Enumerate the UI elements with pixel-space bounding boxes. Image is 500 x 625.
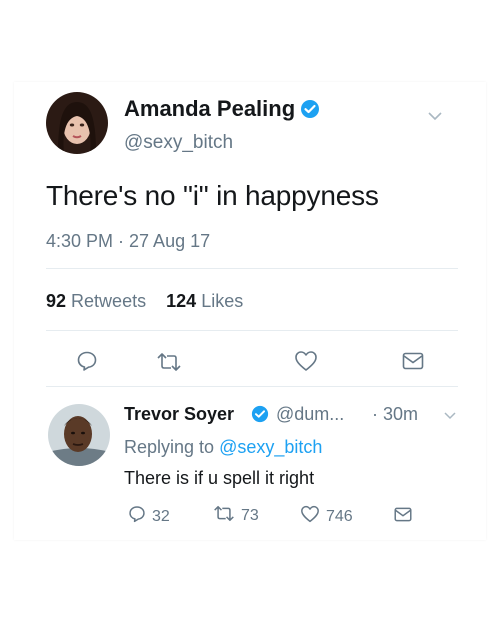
replying-to-prefix: Replying to [124, 437, 215, 457]
reply-author-name[interactable]: Trevor Soyer [124, 404, 234, 425]
message-action[interactable] [394, 507, 412, 527]
author-name[interactable]: Amanda Pealing [124, 96, 295, 122]
like-action[interactable]: 746 [300, 505, 353, 528]
divider [46, 330, 458, 331]
verified-badge-icon [300, 99, 320, 124]
divider [46, 386, 458, 387]
replying-to-handle[interactable]: @sexy_bitch [219, 437, 322, 457]
chevron-down-icon[interactable] [444, 407, 456, 425]
likes-label: Likes [201, 291, 244, 311]
retweets-label: Retweets [71, 291, 147, 311]
retweet-icon [213, 505, 235, 527]
tweet-timestamp[interactable]: 4:30 PM · 27 Aug 17 [46, 231, 210, 252]
tweet-text: There's no "i" in happyness [46, 180, 379, 211]
reply-avatar[interactable] [48, 404, 110, 466]
divider [46, 268, 458, 269]
heart-icon [300, 505, 320, 528]
reply-text: There is if u spell it right [124, 468, 315, 488]
retweet-icon[interactable] [156, 352, 182, 377]
reply-time[interactable]: · 30m [372, 404, 418, 425]
retweets-count: 92 [46, 291, 67, 311]
retweet-count: 73 [241, 507, 259, 524]
like-count: 746 [326, 507, 353, 525]
heart-icon[interactable] [294, 350, 318, 377]
avatar[interactable] [46, 92, 108, 154]
envelope-icon [394, 507, 412, 527]
reply-handle[interactable]: @dum... [276, 404, 344, 425]
reply-icon[interactable] [76, 350, 98, 377]
retweet-action[interactable]: 73 [213, 505, 259, 527]
author-handle[interactable]: @sexy_bitch [124, 132, 233, 154]
reply-count: 32 [152, 507, 170, 525]
likes-stat[interactable]: 124 Likes [166, 291, 243, 311]
replying-to: Replying to @sexy_bitch [124, 437, 322, 458]
likes-count: 124 [166, 291, 197, 311]
reply-icon [128, 505, 146, 528]
envelope-icon[interactable] [402, 352, 424, 375]
reply-action[interactable]: 32 [128, 505, 170, 528]
tweet-stats: 92 Retweets 124 Likes [46, 291, 243, 312]
retweets-stat[interactable]: 92 Retweets [46, 291, 146, 311]
chevron-down-icon[interactable] [428, 108, 442, 126]
verified-badge-icon [251, 405, 269, 428]
